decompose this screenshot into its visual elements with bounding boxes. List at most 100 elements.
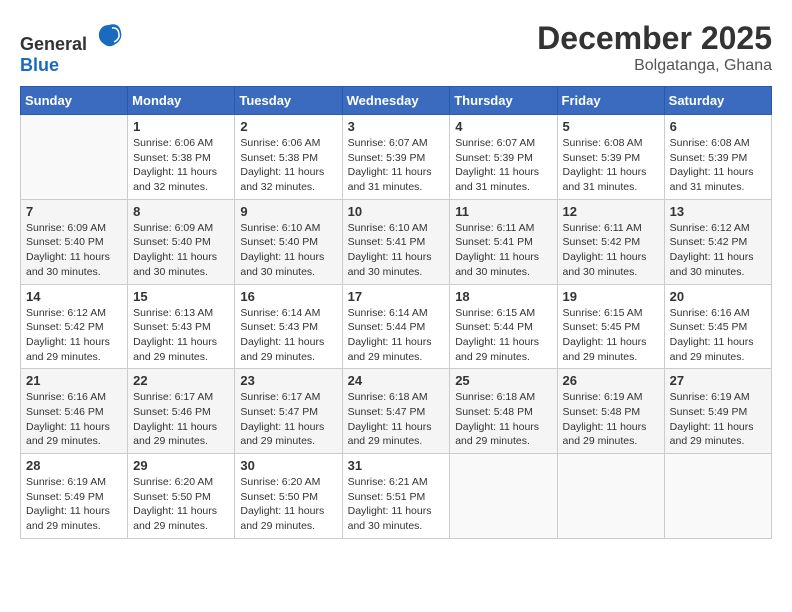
day-number: 3 (348, 119, 445, 134)
weekday-header: Saturday (664, 87, 771, 115)
calendar-table: SundayMondayTuesdayWednesdayThursdayFrid… (20, 86, 772, 539)
calendar-cell (21, 115, 128, 200)
day-info: Sunrise: 6:21 AMSunset: 5:51 PMDaylight:… (348, 475, 445, 534)
calendar-cell: 10Sunrise: 6:10 AMSunset: 5:41 PMDayligh… (342, 199, 450, 284)
calendar-cell: 29 Sunrise: 6:20 AMSunset: 5:50 PMDayligh… (128, 454, 235, 539)
calendar-cell: 17 Sunrise: 6:14 AMSunset: 5:44 PMDayligh… (342, 284, 450, 369)
day-info: Sunrise: 6:11 AMSunset: 5:42 PMDaylight:… (563, 221, 659, 280)
day-info: Sunrise: 6:10 AMSunset: 5:41 PMDaylight:… (348, 221, 445, 280)
day-info: Sunrise: 6:18 AMSunset: 5:48 PMDaylight:… (455, 390, 551, 449)
calendar-week-row: 14 Sunrise: 6:12 AMSunset: 5:42 PMDayligh… (21, 284, 772, 369)
title-section: December 2025 Bolgatanga, Ghana (537, 20, 772, 75)
calendar-cell: 8 Sunrise: 6:09 AMSunset: 5:40 PMDaylight… (128, 199, 235, 284)
calendar-cell: 16Sunrise: 6:14 AMSunset: 5:43 PMDayligh… (235, 284, 342, 369)
day-number: 21 (26, 373, 122, 388)
calendar-cell: 27 Sunrise: 6:19 AMSunset: 5:49 PMDayligh… (664, 369, 771, 454)
day-number: 17 (348, 289, 445, 304)
weekday-header: Thursday (450, 87, 557, 115)
calendar-cell: 11 Sunrise: 6:11 AMSunset: 5:41 PMDayligh… (450, 199, 557, 284)
logo-blue: Blue (20, 55, 59, 75)
day-info: Sunrise: 6:12 AMSunset: 5:42 PMDaylight:… (670, 221, 766, 280)
day-info: Sunrise: 6:09 AMSunset: 5:40 PMDaylight:… (26, 221, 122, 280)
day-info: Sunrise: 6:08 AMSunset: 5:39 PMDaylight:… (563, 136, 659, 195)
calendar-cell: 3 Sunrise: 6:07 AMSunset: 5:39 PMDaylight… (342, 115, 450, 200)
day-number: 2 (240, 119, 336, 134)
calendar-cell: 18 Sunrise: 6:15 AMSunset: 5:44 PMDayligh… (450, 284, 557, 369)
day-number: 9 (240, 204, 336, 219)
day-info: Sunrise: 6:20 AMSunset: 5:50 PMDaylight:… (240, 475, 336, 534)
calendar-cell: 26Sunrise: 6:19 AMSunset: 5:48 PMDayligh… (557, 369, 664, 454)
calendar-cell: 28 Sunrise: 6:19 AMSunset: 5:49 PMDayligh… (21, 454, 128, 539)
day-number: 25 (455, 373, 551, 388)
day-number: 26 (563, 373, 659, 388)
calendar-week-row: 21Sunrise: 6:16 AMSunset: 5:46 PMDayligh… (21, 369, 772, 454)
day-info: Sunrise: 6:17 AMSunset: 5:46 PMDaylight:… (133, 390, 229, 449)
day-number: 23 (240, 373, 336, 388)
day-info: Sunrise: 6:07 AMSunset: 5:39 PMDaylight:… (348, 136, 445, 195)
day-info: Sunrise: 6:20 AMSunset: 5:50 PMDaylight:… (133, 475, 229, 534)
day-number: 13 (670, 204, 766, 219)
calendar-cell: 5 Sunrise: 6:08 AMSunset: 5:39 PMDaylight… (557, 115, 664, 200)
day-info: Sunrise: 6:17 AMSunset: 5:47 PMDaylight:… (240, 390, 336, 449)
day-info: Sunrise: 6:18 AMSunset: 5:47 PMDaylight:… (348, 390, 445, 449)
calendar-week-row: 1Sunrise: 6:06 AMSunset: 5:38 PMDaylight… (21, 115, 772, 200)
page-header: General Blue December 2025 Bolgatanga, G… (20, 20, 772, 76)
calendar-cell: 25 Sunrise: 6:18 AMSunset: 5:48 PMDayligh… (450, 369, 557, 454)
calendar-cell: 13 Sunrise: 6:12 AMSunset: 5:42 PMDayligh… (664, 199, 771, 284)
day-info: Sunrise: 6:15 AMSunset: 5:44 PMDaylight:… (455, 306, 551, 365)
logo-general: General (20, 34, 87, 54)
calendar-cell: 14 Sunrise: 6:12 AMSunset: 5:42 PMDayligh… (21, 284, 128, 369)
weekday-header-row: SundayMondayTuesdayWednesdayThursdayFrid… (21, 87, 772, 115)
day-number: 8 (133, 204, 229, 219)
day-number: 20 (670, 289, 766, 304)
calendar-cell: 7Sunrise: 6:09 AMSunset: 5:40 PMDaylight… (21, 199, 128, 284)
day-info: Sunrise: 6:14 AMSunset: 5:43 PMDaylight:… (240, 306, 336, 365)
calendar-cell: 4Sunrise: 6:07 AMSunset: 5:39 PMDaylight… (450, 115, 557, 200)
day-info: Sunrise: 6:12 AMSunset: 5:42 PMDaylight:… (26, 306, 122, 365)
calendar-cell: 9Sunrise: 6:10 AMSunset: 5:40 PMDaylight… (235, 199, 342, 284)
day-number: 15 (133, 289, 229, 304)
calendar-cell: 12 Sunrise: 6:11 AMSunset: 5:42 PMDayligh… (557, 199, 664, 284)
day-info: Sunrise: 6:11 AMSunset: 5:41 PMDaylight:… (455, 221, 551, 280)
month-year-title: December 2025 (537, 20, 772, 57)
day-number: 24 (348, 373, 445, 388)
day-info: Sunrise: 6:19 AMSunset: 5:49 PMDaylight:… (670, 390, 766, 449)
day-number: 29 (133, 458, 229, 473)
calendar-cell: 30 Sunrise: 6:20 AMSunset: 5:50 PMDayligh… (235, 454, 342, 539)
day-info: Sunrise: 6:06 AMSunset: 5:38 PMDaylight:… (240, 136, 336, 195)
weekday-header: Wednesday (342, 87, 450, 115)
calendar-cell: 20Sunrise: 6:16 AMSunset: 5:45 PMDayligh… (664, 284, 771, 369)
calendar-cell (557, 454, 664, 539)
day-number: 19 (563, 289, 659, 304)
day-number: 11 (455, 204, 551, 219)
day-info: Sunrise: 6:14 AMSunset: 5:44 PMDaylight:… (348, 306, 445, 365)
day-info: Sunrise: 6:06 AMSunset: 5:38 PMDaylight:… (133, 136, 229, 195)
calendar-week-row: 28 Sunrise: 6:19 AMSunset: 5:49 PMDayligh… (21, 454, 772, 539)
calendar-cell: 22 Sunrise: 6:17 AMSunset: 5:46 PMDayligh… (128, 369, 235, 454)
day-number: 14 (26, 289, 122, 304)
calendar-cell (450, 454, 557, 539)
day-number: 18 (455, 289, 551, 304)
day-number: 27 (670, 373, 766, 388)
day-info: Sunrise: 6:08 AMSunset: 5:39 PMDaylight:… (670, 136, 766, 195)
calendar-cell: 19Sunrise: 6:15 AMSunset: 5:45 PMDayligh… (557, 284, 664, 369)
day-number: 28 (26, 458, 122, 473)
calendar-cell: 2 Sunrise: 6:06 AMSunset: 5:38 PMDaylight… (235, 115, 342, 200)
day-number: 12 (563, 204, 659, 219)
logo-text: General Blue (20, 20, 124, 76)
calendar-cell: 15Sunrise: 6:13 AMSunset: 5:43 PMDayligh… (128, 284, 235, 369)
day-number: 5 (563, 119, 659, 134)
day-number: 31 (348, 458, 445, 473)
calendar-cell (664, 454, 771, 539)
day-info: Sunrise: 6:07 AMSunset: 5:39 PMDaylight:… (455, 136, 551, 195)
day-number: 30 (240, 458, 336, 473)
day-info: Sunrise: 6:19 AMSunset: 5:49 PMDaylight:… (26, 475, 122, 534)
day-number: 22 (133, 373, 229, 388)
day-info: Sunrise: 6:09 AMSunset: 5:40 PMDaylight:… (133, 221, 229, 280)
weekday-header: Friday (557, 87, 664, 115)
weekday-header: Monday (128, 87, 235, 115)
calendar-cell: 24 Sunrise: 6:18 AMSunset: 5:47 PMDayligh… (342, 369, 450, 454)
day-number: 6 (670, 119, 766, 134)
location-subtitle: Bolgatanga, Ghana (537, 57, 772, 75)
weekday-header: Sunday (21, 87, 128, 115)
